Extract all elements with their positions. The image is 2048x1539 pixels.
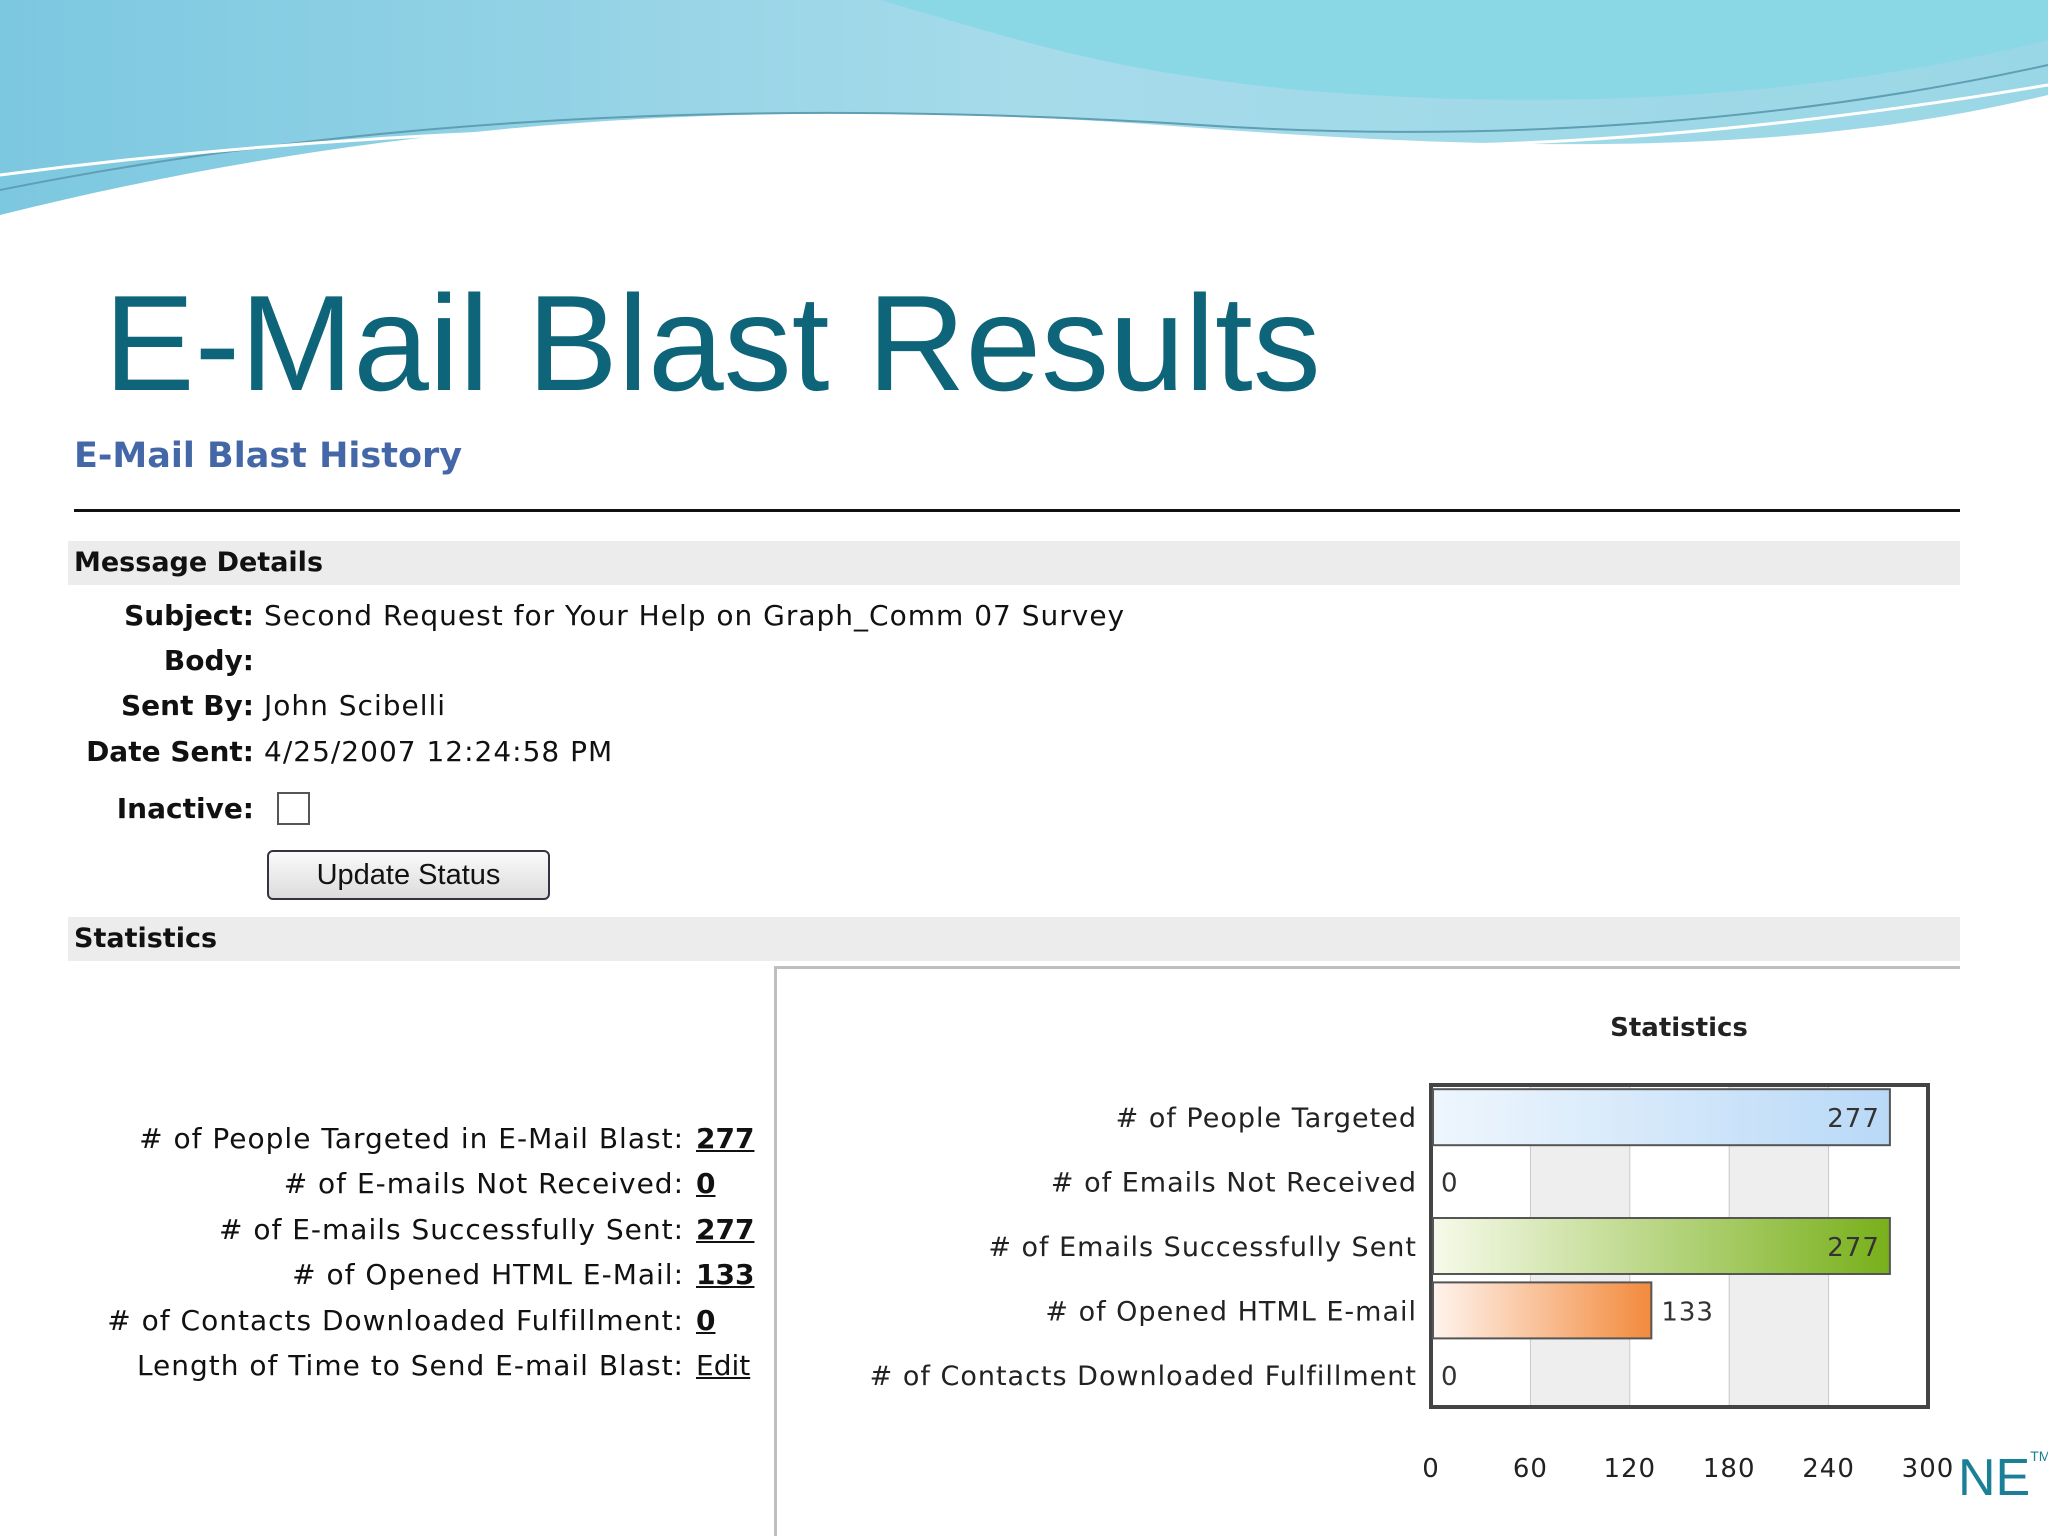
category-label: # of Emails Not Received [1051, 1168, 1417, 1199]
stat-value-link[interactable]: 277 [696, 1117, 754, 1161]
x-tick-label: 0 [1422, 1454, 1440, 1484]
update-status-button[interactable]: Update Status [267, 850, 550, 900]
stat-row-people-targeted: # of People Targeted in E-Mail Blast: 27… [20, 1117, 756, 1161]
x-tick-label: 180 [1703, 1454, 1756, 1484]
stat-row-downloaded-fulfillment: # of Contacts Downloaded Fulfillment: 0 [20, 1299, 756, 1343]
edit-link[interactable]: Edit [696, 1344, 750, 1388]
stat-value-link[interactable]: 0 [696, 1162, 715, 1206]
stat-label: # of People Targeted in E-Mail Blast: [139, 1122, 684, 1155]
page-heading: E-Mail Blast History [74, 436, 463, 476]
stat-row-length-of-time: Length of Time to Send E-mail Blast: Edi… [20, 1344, 756, 1388]
stat-label: # of E-mails Successfully Sent: [218, 1213, 684, 1246]
stat-label: # of Opened HTML E-Mail: [292, 1258, 684, 1291]
category-label: # of Emails Successfully Sent [988, 1232, 1417, 1263]
date-sent-value: 4/25/2007 12:24:58 PM [264, 735, 614, 768]
stat-label: # of E-mails Not Received: [283, 1167, 684, 1200]
logo-text: ΝE [1958, 1449, 2031, 1507]
stat-row-opened-html: # of Opened HTML E-Mail: 133 [20, 1253, 756, 1297]
stat-row-not-received: # of E-mails Not Received: 0 [20, 1162, 756, 1206]
bar [1432, 1281, 1653, 1340]
statistics-chart: Statistics # of People Targeted 277 # of Em… [870, 1013, 1955, 1484]
x-tick-label: 120 [1603, 1454, 1656, 1484]
x-tick-label: 60 [1513, 1454, 1548, 1484]
slide-title: E-Mail Blast Results [104, 267, 1321, 419]
x-tick-label: 240 [1802, 1454, 1855, 1484]
statistics-chart-panel: Statistics # of People Targeted 277 # of Em… [774, 966, 1960, 1536]
divider [74, 509, 1960, 512]
data-label: 277 [1827, 1233, 1880, 1263]
brand-logo: ΝETM [1958, 1448, 2048, 1508]
stat-label: # of Contacts Downloaded Fulfillment: [107, 1304, 684, 1337]
chart-title: Statistics [1610, 1013, 1748, 1043]
message-details-header: Message Details [68, 541, 1960, 585]
data-label: 0 [1441, 1169, 1459, 1199]
category-label: # of Contacts Downloaded Fulfillment [870, 1361, 1417, 1392]
data-label: 277 [1827, 1104, 1880, 1134]
body-label: Body: [163, 644, 254, 677]
statistics-header: Statistics [68, 917, 1960, 961]
sent-by-label: Sent By: [120, 689, 254, 722]
data-label: 0 [1441, 1362, 1459, 1392]
trademark-mark: TM [2030, 1448, 2048, 1464]
category-label: # of People Targeted [1116, 1103, 1417, 1134]
date-sent-label: Date Sent: [86, 735, 254, 768]
category-label: # of Opened HTML E-mail [1045, 1296, 1417, 1327]
inactive-label: Inactive: [116, 792, 254, 825]
stat-value-link[interactable]: 133 [696, 1253, 754, 1297]
subject-value: Second Request for Your Help on Graph_Co… [264, 599, 1126, 632]
stat-row-successfully-sent: # of E-mails Successfully Sent: 277 [20, 1208, 756, 1252]
stat-value-link[interactable]: 277 [696, 1208, 754, 1252]
bar [1432, 1088, 1891, 1147]
header-wave [0, 0, 2048, 215]
x-tick-label: 300 [1902, 1454, 1955, 1484]
bar [1432, 1217, 1891, 1275]
stat-label: Length of Time to Send E-mail Blast: [136, 1349, 684, 1382]
data-label: 133 [1661, 1297, 1714, 1327]
inactive-checkbox[interactable] [277, 792, 310, 825]
sent-by-value: John Scibelli [264, 689, 447, 722]
stat-value-link[interactable]: 0 [696, 1299, 715, 1343]
subject-label: Subject: [124, 599, 254, 632]
